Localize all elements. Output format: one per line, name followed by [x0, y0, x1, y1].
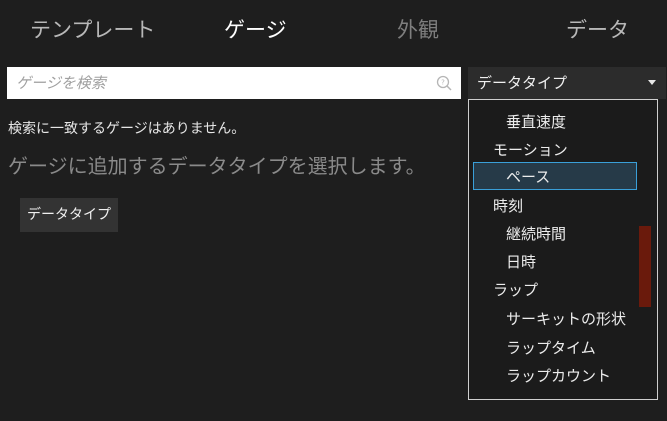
dropdown-item-lap-count[interactable]: ラップカウント: [469, 362, 657, 390]
no-match-message: 検索に一致するゲージはありません。: [8, 121, 246, 137]
datatype-button[interactable]: データタイプ: [20, 198, 118, 232]
dropdown-item-time-of-day[interactable]: 時刻: [469, 192, 657, 220]
tab-bar: テンプレート ゲージ 外観 データ: [0, 0, 667, 60]
search-icon[interactable]: ?: [435, 74, 453, 92]
tab-templates[interactable]: テンプレート: [30, 16, 155, 44]
chevron-down-icon: [648, 80, 656, 85]
datatype-select[interactable]: データタイプ: [468, 67, 666, 99]
dropdown-item-duration[interactable]: 継続時間: [469, 220, 657, 248]
tab-data[interactable]: データ: [566, 16, 629, 44]
dropdown-item-lap-time[interactable]: ラップタイム: [469, 334, 657, 362]
datatype-select-value: データタイプ: [477, 74, 568, 92]
tab-appearance[interactable]: 外観: [397, 16, 439, 44]
scrollbar-thumb[interactable]: [639, 226, 651, 307]
datatype-dropdown-list: 垂直速度 モーション ペース 時刻 継続時間 日時 ラップ サーキットの形状 ラ…: [468, 99, 658, 400]
tab-gauges[interactable]: ゲージ: [224, 16, 287, 44]
svg-text:?: ?: [441, 79, 445, 87]
dropdown-item-lap[interactable]: ラップ: [469, 276, 657, 304]
gauge-editor-panel: テンプレート ゲージ 外観 データ ? 検索に一致するゲージはありません。 ゲー…: [0, 0, 667, 421]
dropdown-item-circuit-shape[interactable]: サーキットの形状: [469, 305, 657, 333]
dropdown-item-pace[interactable]: ペース: [473, 162, 637, 190]
dropdown-item-motion[interactable]: モーション: [469, 136, 657, 164]
gauge-search-box: ?: [7, 67, 461, 99]
gauge-search-input[interactable]: [7, 67, 427, 99]
dropdown-item-date-time[interactable]: 日時: [469, 248, 657, 276]
dropdown-scrollbar[interactable]: [639, 100, 651, 399]
instruction-text: ゲージに追加するデータタイプを選択します。: [8, 154, 426, 178]
dropdown-item-vertical-speed[interactable]: 垂直速度: [469, 108, 657, 136]
